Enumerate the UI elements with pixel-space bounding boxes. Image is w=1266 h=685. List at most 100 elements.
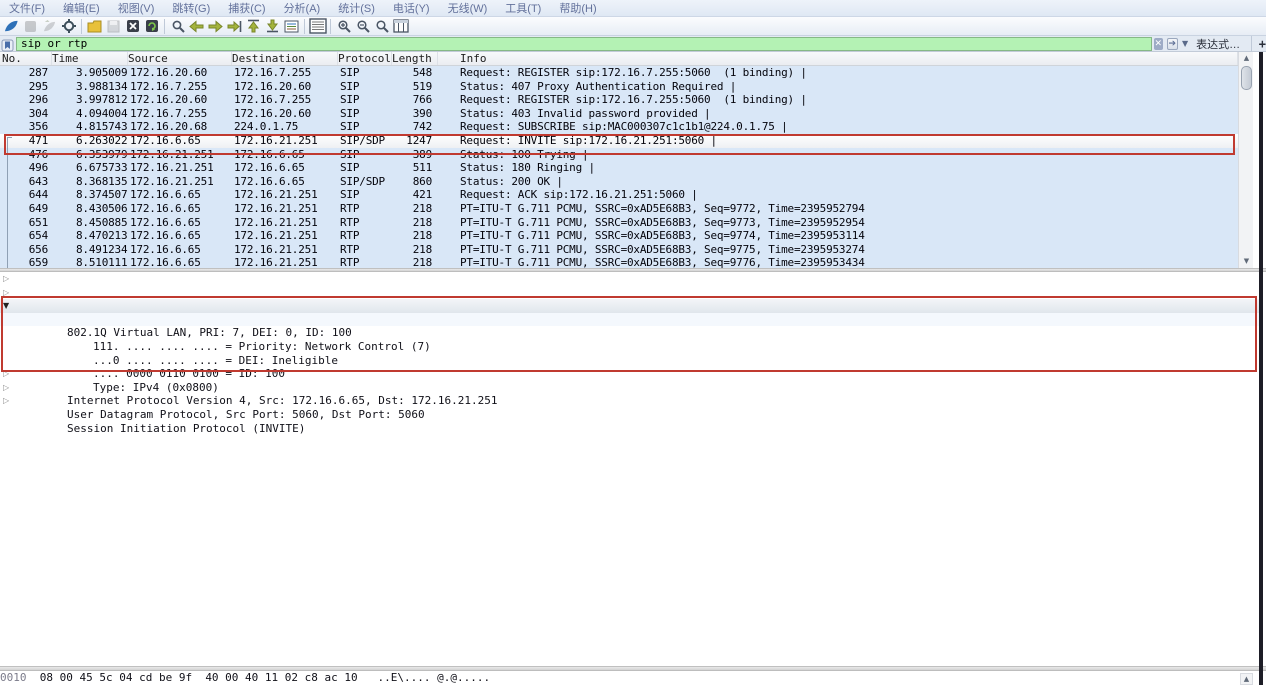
column-header-time[interactable]: Time — [52, 52, 128, 65]
detail-line[interactable]: ...0 .... .... .... = DEI: Ineligible — [0, 326, 1259, 340]
menu-item[interactable]: 编辑(E) — [54, 0, 109, 17]
expression-button[interactable]: 表达式… — [1196, 36, 1240, 52]
packet-row[interactable]: 654 8.470213 172.16.6.65 172.16.21.251 R… — [0, 229, 1238, 243]
reload-file-icon[interactable] — [142, 18, 161, 35]
menu-item[interactable]: 工具(T) — [496, 0, 550, 17]
zoom-in-icon[interactable] — [334, 18, 353, 35]
packet-row[interactable]: 304 4.094004 172.16.7.255 172.16.20.60 S… — [0, 107, 1238, 121]
go-first-packet-icon[interactable] — [244, 18, 263, 35]
column-header-no[interactable]: No. — [0, 52, 52, 65]
packet-row[interactable]: 651 8.450885 172.16.6.65 172.16.21.251 R… — [0, 216, 1238, 230]
packet-list-scrollbar[interactable]: ▲ ▼ — [1238, 52, 1253, 268]
open-file-icon[interactable] — [85, 18, 104, 35]
expander-icon[interactable] — [3, 286, 13, 300]
go-last-packet-icon[interactable] — [263, 18, 282, 35]
expander-icon[interactable] — [3, 367, 13, 381]
zoom-out-icon[interactable] — [353, 18, 372, 35]
menu-item[interactable]: 视图(V) — [109, 0, 164, 17]
go-to-packet-icon[interactable] — [225, 18, 244, 35]
packet-row[interactable]: 287 3.905009 172.16.20.60 172.16.7.255 S… — [0, 66, 1238, 80]
expander-icon[interactable] — [3, 394, 13, 408]
menu-item[interactable]: 文件(F) — [0, 0, 54, 17]
detail-line[interactable]: Session Initiation Protocol (INVITE) — [0, 394, 1259, 408]
display-filter-input[interactable]: sip or rtp — [16, 37, 1152, 51]
menu-item[interactable]: 电话(Y) — [384, 0, 439, 17]
cell-time: 6.263022 — [52, 134, 128, 148]
expander-icon[interactable] — [3, 381, 13, 395]
scrollbar-thumb[interactable] — [1241, 66, 1252, 90]
column-header-protocol[interactable]: Protocol — [338, 52, 392, 65]
scroll-down-icon[interactable]: ▼ — [1240, 255, 1253, 268]
find-packet-icon[interactable] — [168, 18, 187, 35]
column-header-info[interactable]: Info — [438, 52, 1238, 65]
cell-protocol: SIP — [338, 148, 392, 162]
cell-info: Request: SUBSCRIBE sip:MAC000307c1c1b1@2… — [438, 120, 1238, 134]
detail-line[interactable]: User Datagram Protocol, Src Port: 5060, … — [0, 381, 1259, 395]
packet-row[interactable]: 295 3.988134 172.16.7.255 172.16.20.60 S… — [0, 80, 1238, 94]
packet-row[interactable]: 656 8.491234 172.16.6.65 172.16.21.251 R… — [0, 243, 1238, 257]
menu-item[interactable]: 无线(W) — [439, 0, 497, 17]
go-back-icon[interactable] — [187, 18, 206, 35]
start-capture-icon[interactable] — [2, 18, 21, 35]
cell-no: 295 — [12, 80, 52, 94]
go-forward-icon[interactable] — [206, 18, 225, 35]
cell-protocol: SIP — [338, 93, 392, 107]
packet-row[interactable]: 496 6.675733 172.16.21.251 172.16.6.65 S… — [0, 161, 1238, 175]
bytes-scroll-up-icon[interactable]: ▲ — [1240, 673, 1253, 685]
column-header-destination[interactable]: Destination — [232, 52, 338, 65]
detail-line[interactable]: 111. .... .... .... = Priority: Network … — [0, 313, 1259, 327]
row-gutter — [0, 188, 12, 202]
menu-item[interactable]: 跳转(G) — [163, 0, 219, 17]
detail-line[interactable]: Ethernet II, Src: 00:a8:59:db:04:78 (00:… — [0, 286, 1259, 300]
menu-item[interactable]: 统计(S) — [329, 0, 384, 17]
column-header-source[interactable]: Source — [128, 52, 232, 65]
cell-source: 172.16.6.65 — [128, 243, 232, 257]
packet-bytes-pane[interactable]: 0010 08 00 45 5c 04 cd be 9f 40 00 40 11… — [0, 671, 1266, 685]
cell-protocol: SIP — [338, 161, 392, 175]
column-header-length[interactable]: Length — [392, 52, 438, 65]
packet-row[interactable]: 644 8.374507 172.16.6.65 172.16.21.251 S… — [0, 188, 1238, 202]
menu-item[interactable]: 分析(A) — [275, 0, 330, 17]
cell-time: 8.491234 — [52, 243, 128, 257]
packet-row[interactable]: 476 6.353979 172.16.21.251 172.16.6.65 S… — [0, 148, 1238, 162]
packet-row[interactable]: 643 8.368135 172.16.21.251 172.16.6.65 S… — [0, 175, 1238, 189]
colorize-packets-icon[interactable] — [308, 18, 327, 35]
cell-destination: 172.16.20.60 — [232, 80, 338, 94]
packet-row[interactable]: 471 6.263022 172.16.6.65 172.16.21.251 S… — [0, 134, 1238, 148]
clear-filter-icon[interactable]: ✕ — [1154, 38, 1163, 50]
detail-line[interactable]: 802.1Q Virtual LAN, PRI: 7, DEI: 0, ID: … — [0, 299, 1259, 313]
capture-options-icon[interactable] — [59, 18, 78, 35]
scroll-up-icon[interactable]: ▲ — [1240, 52, 1253, 65]
row-gutter — [0, 243, 12, 257]
cell-no: 471 — [12, 134, 52, 148]
packet-row[interactable]: 659 8.510111 172.16.6.65 172.16.21.251 R… — [0, 256, 1238, 268]
packet-row[interactable]: 296 3.997812 172.16.20.60 172.16.7.255 S… — [0, 93, 1238, 107]
resize-columns-icon[interactable] — [391, 18, 410, 35]
detail-line[interactable]: Type: IPv4 (0x0800) — [0, 354, 1259, 368]
filter-dropdown-icon[interactable]: ▼ — [1182, 39, 1188, 48]
cell-time: 4.094004 — [52, 107, 128, 121]
detail-line[interactable]: Internet Protocol Version 4, Src: 172.16… — [0, 367, 1259, 381]
detail-line[interactable]: .... 0000 0110 0100 = ID: 100 — [0, 340, 1259, 354]
menu-item[interactable]: 捕获(C) — [219, 0, 274, 17]
autoscroll-icon[interactable] — [282, 18, 301, 35]
close-file-icon[interactable] — [123, 18, 142, 35]
cell-info: Request: REGISTER sip:172.16.7.255:5060 … — [438, 93, 1238, 107]
zoom-reset-icon[interactable] — [372, 18, 391, 35]
filter-bar: sip or rtp ✕ ➔ ▼ 表达式… + — [0, 36, 1266, 52]
detail-line[interactable]: Frame 471: 1247 bytes on wire (9976 bits… — [0, 272, 1259, 286]
cell-info: PT=ITU-T G.711 PCMU, SSRC=0xAD5E68B3, Se… — [438, 243, 1238, 257]
apply-filter-icon[interactable]: ➔ — [1167, 38, 1178, 50]
filter-bookmark-icon[interactable] — [1, 37, 14, 50]
expander-icon[interactable] — [3, 299, 13, 313]
cell-protocol: SIP — [338, 107, 392, 121]
cell-time: 8.430506 — [52, 202, 128, 216]
menu-item[interactable]: 帮助(H) — [550, 0, 605, 17]
cell-info: Request: REGISTER sip:172.16.7.255:5060 … — [438, 66, 1238, 80]
add-filter-button[interactable]: + — [1259, 37, 1266, 51]
packet-row[interactable]: 356 4.815743 172.16.20.68 224.0.1.75 SIP… — [0, 120, 1238, 134]
cell-no: 476 — [12, 148, 52, 162]
packet-row[interactable]: 649 8.430506 172.16.6.65 172.16.21.251 R… — [0, 202, 1238, 216]
expander-icon[interactable] — [3, 272, 13, 286]
cell-protocol: SIP — [338, 188, 392, 202]
